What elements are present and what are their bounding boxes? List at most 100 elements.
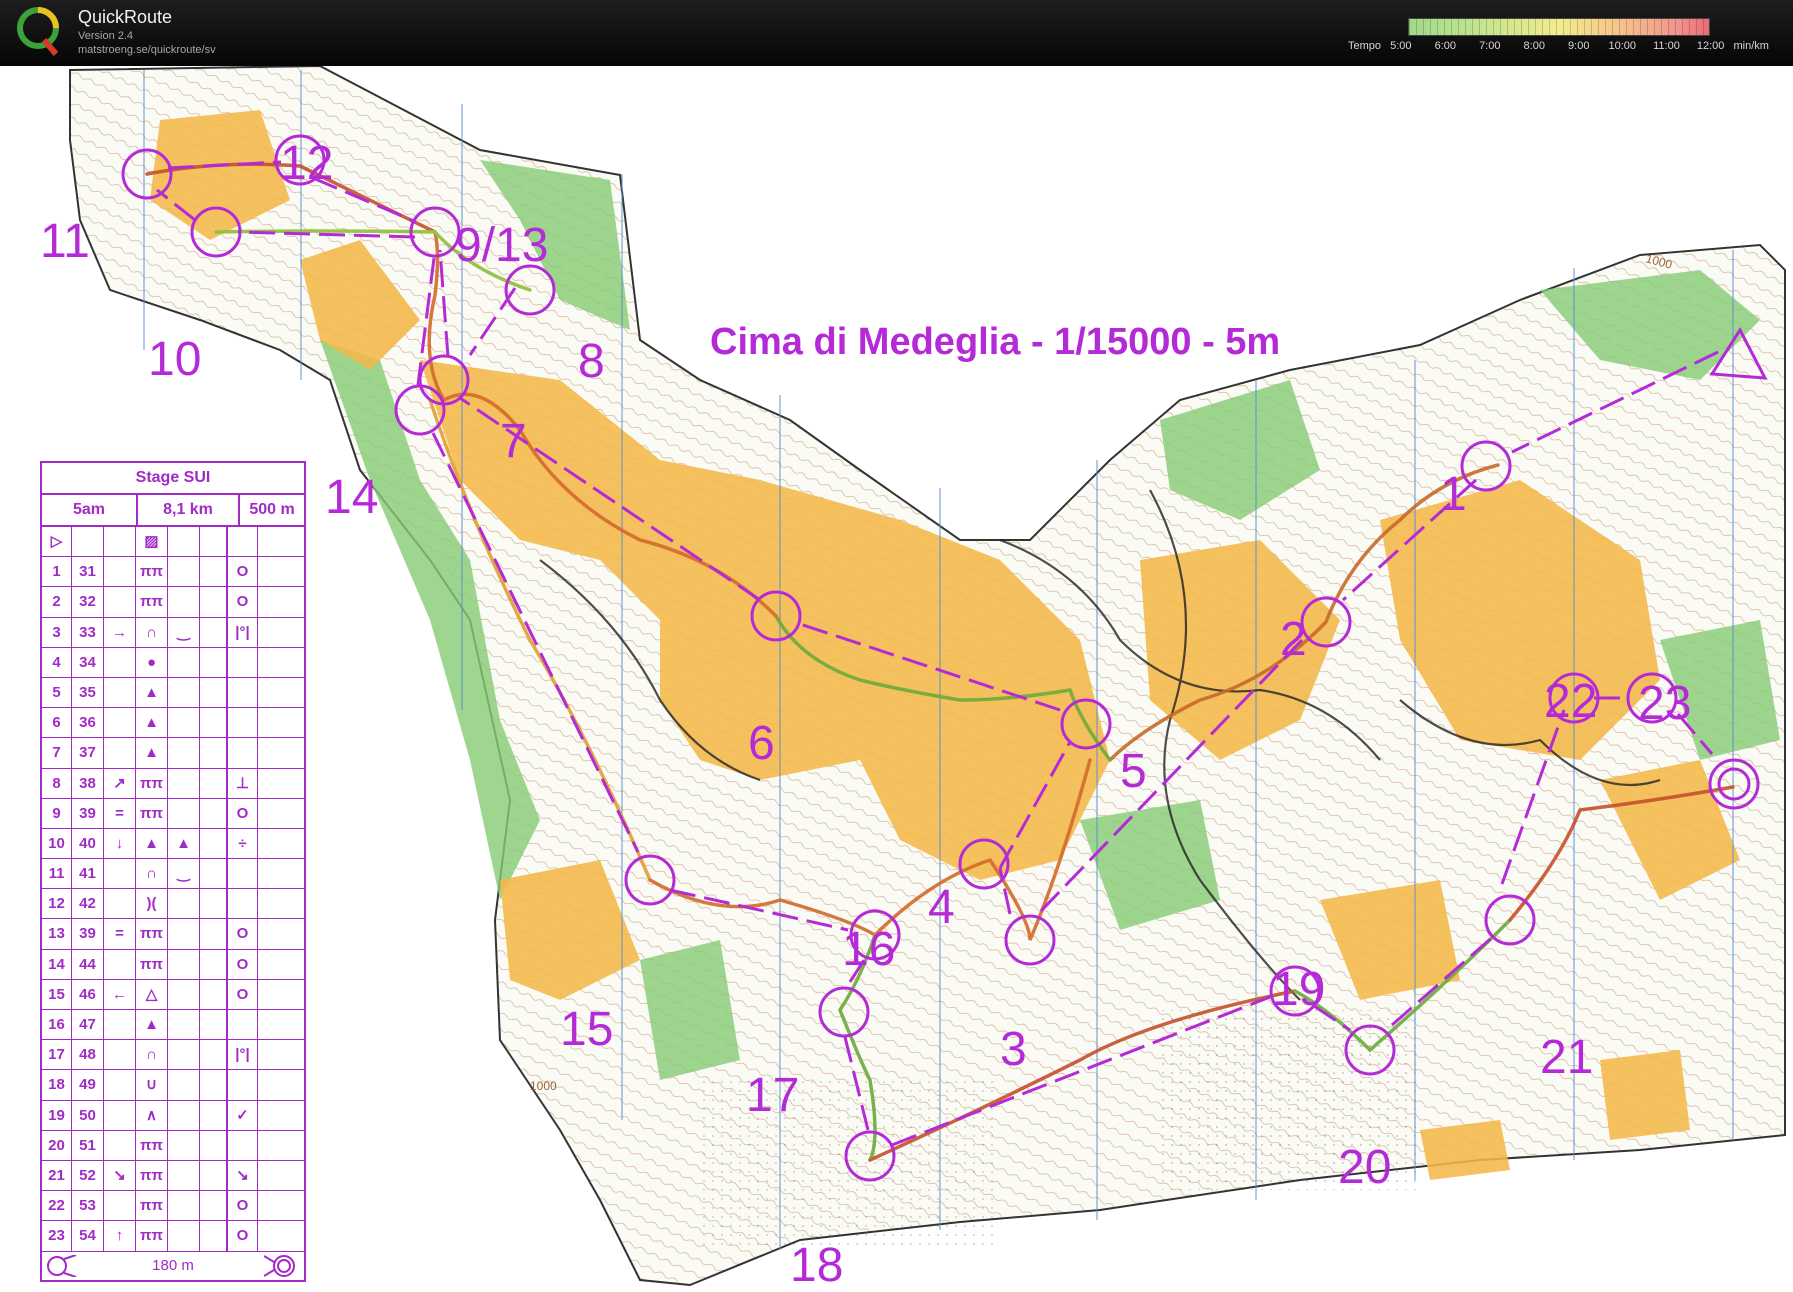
- control-code: 54: [72, 1221, 104, 1251]
- control-appearance: [168, 708, 200, 738]
- control-other: [258, 1131, 286, 1160]
- contour-label: 1000: [530, 1079, 557, 1093]
- control-number: 1: [1440, 468, 1467, 521]
- control-order: 1: [42, 557, 72, 587]
- control-location: [228, 708, 258, 738]
- control-dimension: [200, 889, 228, 919]
- control-appearance: [168, 1040, 200, 1070]
- tempo-color-scale: [1408, 18, 1710, 36]
- control-feature: ππ: [136, 587, 168, 617]
- control-order: 12: [42, 889, 72, 919]
- control-order: 23: [42, 1221, 72, 1251]
- control-code: 36: [72, 708, 104, 738]
- control-appearance: ▲: [168, 828, 200, 859]
- control-appearance: [168, 647, 200, 677]
- control-other: [258, 648, 286, 677]
- control-other: [258, 889, 286, 918]
- control-feature: ●: [136, 647, 168, 677]
- tempo-tick: 5:00: [1390, 40, 1412, 52]
- control-other: [258, 557, 286, 586]
- control-direction: [104, 1070, 136, 1100]
- control-appearance: [168, 677, 200, 708]
- control-direction: ↗: [104, 768, 136, 798]
- finish-row: 180 m: [42, 1252, 304, 1280]
- control-direction: [104, 889, 136, 919]
- control-code: 38: [72, 768, 104, 798]
- control-number: 6: [748, 717, 775, 770]
- control-feature: ∩: [136, 617, 168, 647]
- control-order: 16: [42, 1010, 72, 1040]
- control-direction: [104, 708, 136, 738]
- tempo-tick: 10:00: [1608, 40, 1637, 52]
- control-order: 20: [42, 1130, 72, 1160]
- control-appearance: [168, 1010, 200, 1040]
- control-location: [228, 889, 258, 919]
- course-length: 8,1 km: [138, 495, 240, 525]
- control-order: 7: [42, 738, 72, 768]
- control-row: 11 41 ∩ ‿: [42, 859, 304, 890]
- control-appearance: [168, 738, 200, 768]
- course-info: 5am 8,1 km 500 m: [42, 495, 304, 527]
- control-row: 18 49 ∪: [42, 1070, 304, 1101]
- control-location: [228, 1130, 258, 1160]
- control-code: 50: [72, 1100, 104, 1130]
- control-row: 14 44 ππ O: [42, 949, 304, 980]
- control-location: ⊥: [228, 768, 258, 798]
- control-order: 2: [42, 587, 72, 617]
- tempo-tick: 7:00: [1479, 40, 1501, 52]
- control-number: 21: [1540, 1031, 1594, 1084]
- control-other: [258, 769, 286, 798]
- control-order: 8: [42, 768, 72, 798]
- control-order: 17: [42, 1040, 72, 1070]
- control-number: 10: [148, 333, 202, 386]
- control-other: [258, 1010, 286, 1039]
- tempo-legend-labels: Tempo 5:00 6:00 7:00 8:00 9:00 10:00 11:…: [1348, 40, 1775, 52]
- control-code: 31: [72, 557, 104, 587]
- finish-start-circle-icon: [47, 1254, 77, 1277]
- control-number: 11: [40, 215, 90, 268]
- orienteering-map[interactable]: 1000 1000 Cima di Medeglia - 1/15000 - 5…: [0, 66, 1793, 1290]
- control-location: O: [228, 949, 258, 979]
- finish-distance: 180 m: [152, 1257, 194, 1274]
- control-direction: [104, 557, 136, 587]
- tempo-tick: 9:00: [1568, 40, 1590, 52]
- control-other: [258, 1101, 286, 1130]
- control-direction: [104, 677, 136, 708]
- control-order: 3: [42, 617, 72, 647]
- control-dimension: [200, 738, 228, 768]
- control-row: 6 36 ▲: [42, 708, 304, 739]
- control-feature: ππ: [136, 768, 168, 798]
- event-title: Stage SUI: [42, 463, 304, 495]
- control-direction: [104, 587, 136, 617]
- control-appearance: [168, 1130, 200, 1160]
- control-location: [228, 1010, 258, 1040]
- control-description-sheet: Stage SUI 5am 8,1 km 500 m ▷ ▨ 1 31 ππ O 2 32…: [40, 461, 306, 1282]
- control-dimension: [200, 708, 228, 738]
- control-row: 12 42)(: [42, 889, 304, 920]
- control-order: 21: [42, 1160, 72, 1191]
- control-row: 16 47 ▲: [42, 1010, 304, 1041]
- control-other: [258, 950, 286, 979]
- control-row: 1 31 ππ O: [42, 557, 304, 588]
- control-order: 15: [42, 979, 72, 1009]
- control-code: 47: [72, 1010, 104, 1040]
- control-appearance: ‿: [168, 617, 200, 647]
- app-title: QuickRoute: [78, 7, 173, 27]
- control-direction: [104, 859, 136, 889]
- control-dimension: [200, 798, 228, 828]
- control-direction: [104, 1100, 136, 1130]
- control-number: 3: [1000, 1023, 1027, 1076]
- control-number: 15: [560, 1003, 614, 1056]
- control-direction: [104, 738, 136, 768]
- control-direction: [104, 1130, 136, 1160]
- control-number: 22: [1544, 675, 1598, 728]
- control-order: 6: [42, 708, 72, 738]
- control-order: 13: [42, 919, 72, 949]
- control-appearance: [168, 1221, 200, 1251]
- control-number: 7: [500, 415, 527, 468]
- control-location: ÷: [228, 828, 258, 859]
- control-code: 44: [72, 949, 104, 979]
- control-location: [228, 738, 258, 768]
- control-dimension: [200, 1040, 228, 1070]
- control-feature: △: [136, 979, 168, 1009]
